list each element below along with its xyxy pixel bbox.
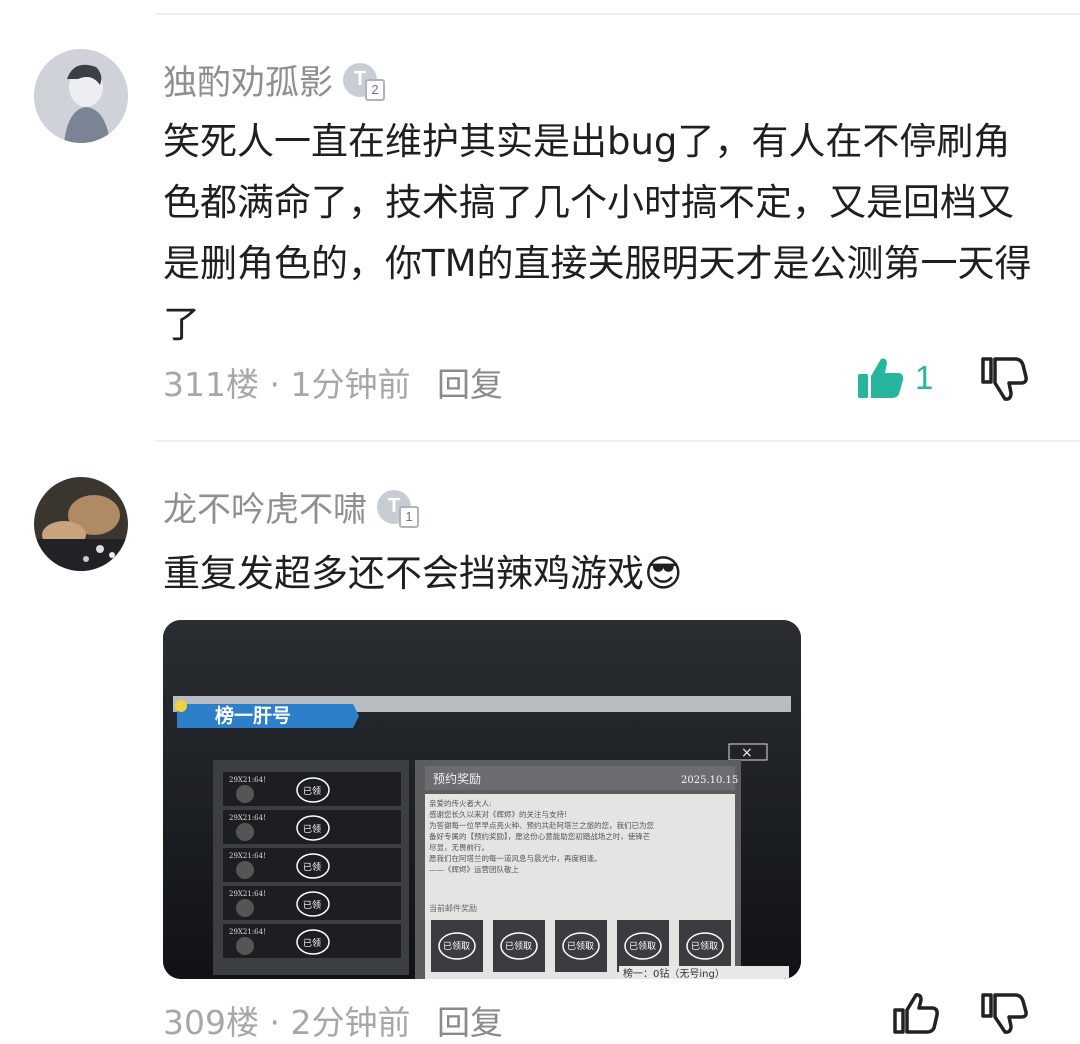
thumbs-up-icon — [893, 993, 939, 1034]
reply-button[interactable]: 回复 — [437, 365, 503, 404]
comment-divider — [155, 440, 1080, 442]
dislike-button[interactable] — [980, 356, 1028, 406]
svg-text:备好专属的【预约奖励】，愿这份心意能助您初踏战场之时，使锋芒: 备好专属的【预约奖励】，愿这份心意能助您初踏战场之时，使锋芒 — [429, 831, 651, 841]
username-text[interactable]: 龙不吟虎不啸 — [163, 482, 367, 531]
thumbs-down-icon — [981, 357, 1028, 401]
svg-text:已领取: 已领取 — [567, 940, 594, 952]
svg-text:感谢您长久以来对《辉烬》的关注与支持!: 感谢您长久以来对《辉烬》的关注与支持! — [429, 809, 567, 819]
svg-text:榜一肝号: 榜一肝号 — [215, 704, 291, 727]
like-button[interactable]: 1 — [857, 356, 933, 400]
svg-text:已领: 已领 — [303, 861, 321, 873]
svg-text:29X21:64!: 29X21:64! — [229, 890, 266, 898]
svg-text:已领取: 已领取 — [505, 940, 532, 952]
svg-text:预约奖励: 预约奖励 — [433, 771, 481, 786]
reward-rows: 29X21:64! 已领 29X21:64! 已领 29X21:64! 已领 2… — [223, 772, 401, 958]
comment-image[interactable]: 榜一肝号 29X21:64! 已领 29X21:64! 已领 29X21:64!… — [163, 620, 801, 979]
floor-number: 309楼 — [163, 1003, 259, 1042]
svg-text:已领: 已领 — [303, 937, 321, 949]
reply-button[interactable]: 回复 — [437, 1003, 503, 1042]
comment-username[interactable]: 独酌劝孤影 T2 — [163, 55, 385, 104]
comment-meta: 309楼 · 2分钟前 回复 — [163, 1003, 503, 1042]
svg-text:已领: 已领 — [303, 899, 321, 911]
thumbs-down-icon — [981, 993, 1028, 1034]
user-level-badge-icon: T1 — [377, 489, 419, 528]
comment-text: 笑死人一直在维护其实是出bug了，有人在不停刷角色都满命了，技术搞了几个小时搞不… — [163, 120, 1032, 346]
svg-text:29X21:64!: 29X21:64! — [229, 928, 266, 936]
avatar[interactable] — [34, 49, 128, 143]
thumbs-up-filled-icon — [858, 358, 904, 398]
svg-text:亲爱的传火者大人:: 亲爱的传火者大人: — [429, 798, 492, 808]
avatar[interactable] — [34, 477, 128, 571]
svg-text:尽显，无畏前行。: 尽显，无畏前行。 — [429, 842, 489, 852]
svg-text:已领: 已领 — [303, 823, 321, 835]
svg-text:29X21:64!: 29X21:64! — [229, 814, 266, 822]
game-screenshot: 榜一肝号 29X21:64! 已领 29X21:64! 已领 29X21:64!… — [163, 620, 801, 979]
svg-text:×: × — [741, 745, 753, 761]
svg-text:2025.10.15: 2025.10.15 — [681, 775, 738, 786]
ranking-banner: 榜一肝号 — [175, 700, 359, 728]
comment-time: 1分钟前 — [290, 365, 411, 404]
svg-text:29X21:64!: 29X21:64! — [229, 852, 266, 860]
svg-text:已领取: 已领取 — [691, 940, 718, 952]
comment-text: 重复发超多还不会挡辣鸡游戏😎 — [163, 552, 683, 595]
like-count: 1 — [915, 359, 934, 396]
like-button[interactable] — [892, 992, 940, 1038]
reward-items: 已领取 已领取 已领取 已领取 已领取 — [431, 920, 731, 972]
svg-text:为答谢每一位早早点亮火种、预约共赴阿塔兰之旅的您，我们已为您: 为答谢每一位早早点亮火种、预约共赴阿塔兰之旅的您，我们已为您 — [429, 820, 654, 830]
svg-text:已领: 已领 — [303, 785, 321, 797]
comment-meta: 311楼 · 1分钟前 回复 — [163, 365, 503, 404]
floor-number: 311楼 — [163, 365, 259, 404]
svg-text:愿我们在阿塔兰的每一道风息与晨光中，再度相逢。: 愿我们在阿塔兰的每一道风息与晨光中，再度相逢。 — [429, 853, 602, 863]
avatar-image — [34, 49, 128, 143]
avatar-image — [34, 477, 128, 571]
comment-username[interactable]: 龙不吟虎不啸 T1 — [163, 482, 419, 531]
username-text[interactable]: 独酌劝孤影 — [163, 55, 333, 104]
svg-text:当前邮件奖励: 当前邮件奖励 — [429, 903, 477, 913]
user-level-badge-icon: T2 — [343, 62, 385, 101]
svg-text:——《辉烬》运营团队敬上: ——《辉烬》运营团队敬上 — [429, 864, 519, 874]
top-divider — [155, 13, 1080, 15]
svg-text:已领取: 已领取 — [443, 940, 470, 952]
dislike-button[interactable] — [980, 992, 1028, 1038]
svg-text:29X21:64!: 29X21:64! — [229, 776, 266, 784]
comment-time: 2分钟前 — [290, 1003, 411, 1042]
reward-popup: × 预约奖励 2025.10.15 亲爱的传火者大人: 感谢您长久以来对《辉烬》… — [415, 743, 789, 979]
svg-text:榜一：0钻（无号ing）: 榜一：0钻（无号ing） — [623, 967, 725, 979]
svg-text:已领取: 已领取 — [629, 940, 656, 952]
